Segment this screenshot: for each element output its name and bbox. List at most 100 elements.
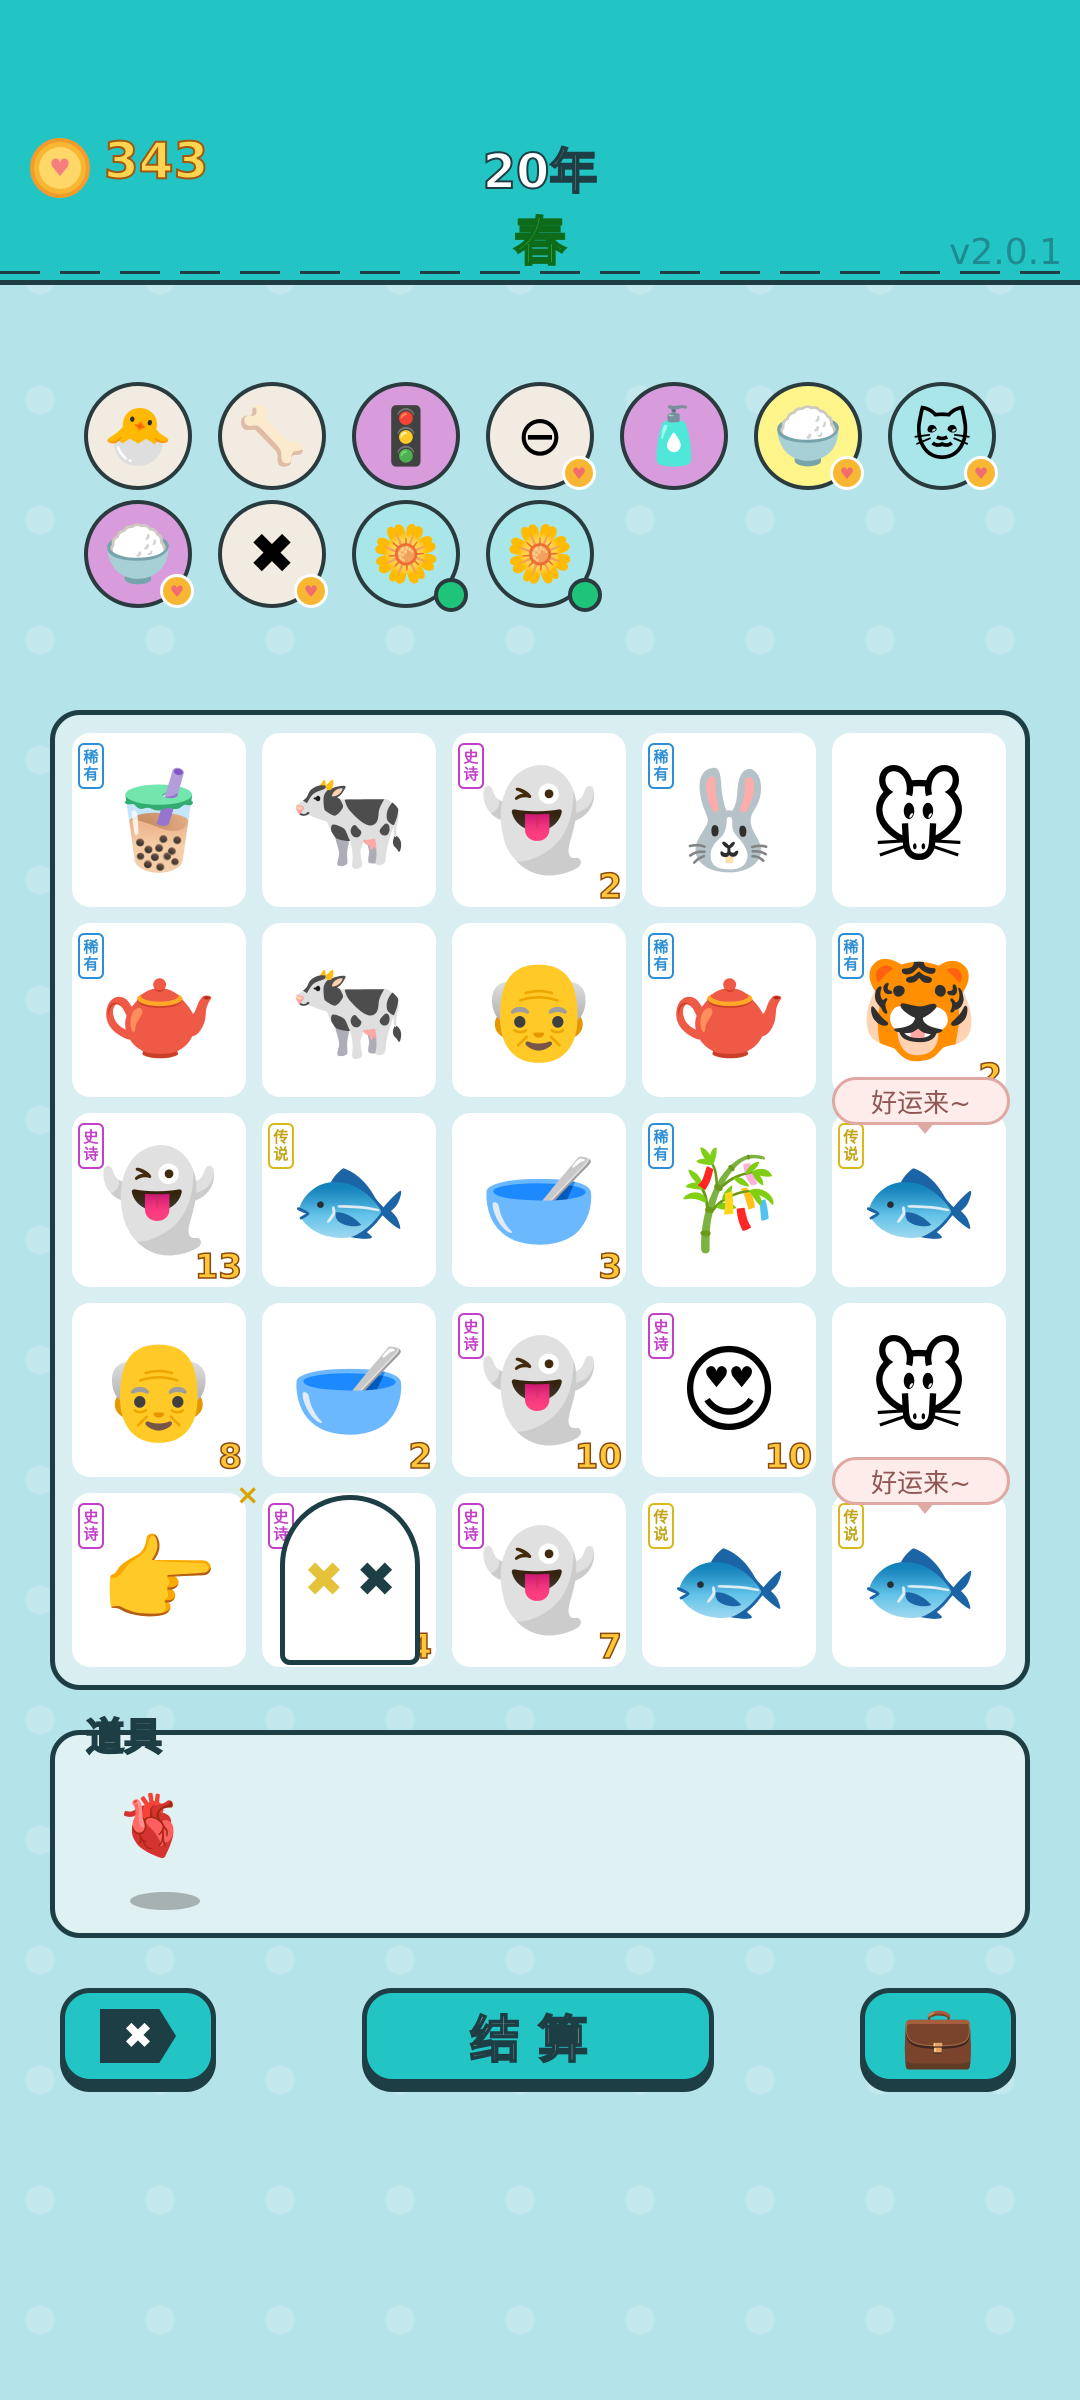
flower-pot-icon: 🌼 [505, 522, 575, 587]
koi-fish-icon: 🐟 [669, 1523, 789, 1636]
ghost-love-cell[interactable]: 👻 史诗 10 [452, 1303, 626, 1478]
mouse-cell[interactable]: 🐭 [832, 1303, 1006, 1477]
items-title: 道具 [85, 1714, 163, 1760]
rarity-tag: 传说 [648, 1503, 674, 1549]
ghost-love-cell[interactable]: 👻 史诗 7 [452, 1493, 626, 1668]
remove-tag-relic-icon[interactable]: ✖ ♥ [218, 500, 328, 608]
remove-icon: ✖ [100, 2009, 176, 2063]
coin-icon: ♥ [30, 138, 90, 198]
teapot-icon: 🫖 [669, 953, 789, 1066]
pet-food-bowl-icon: 🦴 [237, 404, 307, 469]
spray-bottle-icon: 🧴 [639, 404, 709, 469]
old-man-cell[interactable]: 👴 [452, 923, 626, 1097]
koi-fish-cell[interactable]: 🐟 传说 [832, 1113, 1006, 1287]
ghost-bust-icon: ✖ ✖ [280, 1495, 420, 1665]
rarity-tag: 史诗 [648, 1313, 674, 1359]
koi-fish-icon: 🐟 [859, 1523, 979, 1636]
counter-label: 13 [194, 1246, 243, 1288]
item-shadow [130, 1892, 200, 1910]
heart-badge-icon: ♥ [830, 456, 864, 490]
cat-relic-icon[interactable]: 🐱 ♥ [888, 382, 998, 490]
flower-pot-relic-icon[interactable]: 🌼 [352, 500, 468, 612]
girl-heart-eyes-cell[interactable]: 😍 史诗 10 [642, 1303, 816, 1478]
rarity-tag: 传说 [268, 1123, 294, 1169]
pet-food-bowl-relic-icon[interactable]: 🦴 [218, 382, 326, 490]
old-man-icon: 👴 [99, 1333, 219, 1446]
rarity-tag: 史诗 [458, 1503, 484, 1549]
traffic-light-ghost-icon: 🚦 [371, 404, 441, 469]
bamboo-cell[interactable]: 🎋 稀有 [642, 1113, 816, 1287]
rarity-tag: 稀有 [648, 933, 674, 979]
rabbit-cell[interactable]: 🐰 稀有 [642, 733, 816, 907]
cow-cell[interactable]: 🐄 [262, 733, 436, 907]
pointing-hand-cell[interactable]: 👉 史诗 [72, 1493, 246, 1667]
counter-label: 7 [598, 1626, 623, 1668]
tiger-cell[interactable]: 🐯稀有2 [832, 923, 1006, 1098]
green-status-dot [434, 578, 468, 612]
cow-icon: 🐄 [289, 953, 409, 1066]
ghost-dead-cell[interactable]: 👻 史诗 2 [452, 733, 626, 908]
koi-fish-cell[interactable]: 🐟 传说 [642, 1493, 816, 1667]
counter-label: 3 [598, 1246, 623, 1288]
spray-bottle-relic-icon[interactable]: 🧴 [620, 382, 728, 490]
girl-heart-eyes-icon: 😍 [678, 1334, 780, 1446]
counter-label: 8 [218, 1436, 243, 1478]
settle-button[interactable]: 结算 [362, 1988, 714, 2084]
minus-circle-relic-icon[interactable]: ⊖ ♥ [486, 382, 596, 490]
cow-cell[interactable]: 🐄 [262, 923, 436, 1097]
soup-bowl-cell[interactable]: 🥣 3 [452, 1113, 626, 1288]
mouse-cell[interactable]: 🐭 [832, 733, 1006, 907]
teapot-cell[interactable]: 🫖 稀有 [72, 923, 246, 1097]
flower-pot-icon: 🌼 [371, 522, 441, 587]
rice-bowl-relic-icon[interactable]: 🍚 ♥ [754, 382, 864, 490]
cow-icon: 🐄 [289, 763, 409, 876]
version-label: v2.0.1 [949, 232, 1062, 273]
coin-count: 343 [103, 131, 209, 191]
rarity-tag: 史诗 [458, 1313, 484, 1359]
speech-bubble: 好运来~ [832, 1457, 1010, 1514]
cat-icon: 🐱 [912, 403, 972, 469]
pointing-hand-icon: 👉 [99, 1523, 219, 1636]
liver-item-icon[interactable]: 🫀 [115, 1790, 210, 1861]
bubble-tea-cell[interactable]: 🧋 稀有 [72, 733, 246, 907]
year-label: 20年 [482, 143, 599, 201]
bamboo-icon: 🎋 [669, 1143, 789, 1256]
ghost-love-icon: 👻 [479, 1523, 599, 1636]
tiger-icon: 🐯 [859, 953, 979, 1066]
rarity-tag: 史诗 [78, 1503, 104, 1549]
koi-fish-cell[interactable]: 🐟 传说 [832, 1493, 1006, 1667]
heart-badge-icon: ♥ [294, 574, 328, 608]
rabbit-icon: 🐰 [669, 763, 789, 876]
chicken-egg-icon: 🐣 [103, 404, 173, 469]
rarity-tag: 史诗 [458, 743, 484, 789]
counter-label: 10 [764, 1436, 813, 1478]
old-man-icon: 👴 [479, 953, 599, 1066]
rarity-tag: 稀有 [648, 743, 674, 789]
heart-badge-icon: ♥ [160, 574, 194, 608]
koi-fish-icon: 🐟 [859, 1143, 979, 1256]
rarity-tag: 史诗 [78, 1123, 104, 1169]
traffic-light-ghost-relic-icon[interactable]: 🚦 [352, 382, 460, 490]
rarity-tag: 稀有 [648, 1123, 674, 1169]
rice-bowl-icon: 🍚 [773, 404, 843, 469]
bubble-tea-icon: 🧋 [99, 763, 219, 876]
ghost-dead-cell[interactable]: 👻 史诗 13 [72, 1113, 246, 1288]
teapot-cell[interactable]: 🫖 稀有 [642, 923, 816, 1097]
remove-symbol-button[interactable]: ✖ [60, 1988, 216, 2084]
mouse-icon: 🐭 [868, 1334, 970, 1446]
rice-bowl-icon: 🍚 [103, 522, 173, 587]
koi-fish-cell[interactable]: 🐟 传说 [262, 1113, 436, 1287]
empty-bowl-cell[interactable]: 🥣 2 [262, 1303, 436, 1478]
flower-pot-relic-icon[interactable]: 🌼 [486, 500, 602, 612]
teapot-icon: 🫖 [99, 953, 219, 1066]
chicken-egg-relic-icon[interactable]: 🐣 [84, 382, 192, 490]
rice-bowl-relic-icon[interactable]: 🍚 ♥ [84, 500, 194, 608]
empty-bowl-icon: 🥣 [289, 1333, 409, 1446]
remove-tag-icon: ✖ [248, 521, 296, 587]
counter-label: 2 [408, 1436, 433, 1478]
top-bar: ♥ 343 20年 春 v2.0.1 [0, 0, 1080, 285]
rarity-tag: 稀有 [78, 933, 104, 979]
inventory-button[interactable]: 💼 [860, 1988, 1016, 2084]
rarity-tag: 稀有 [838, 933, 864, 979]
old-man-cell[interactable]: 👴 8 [72, 1303, 246, 1478]
